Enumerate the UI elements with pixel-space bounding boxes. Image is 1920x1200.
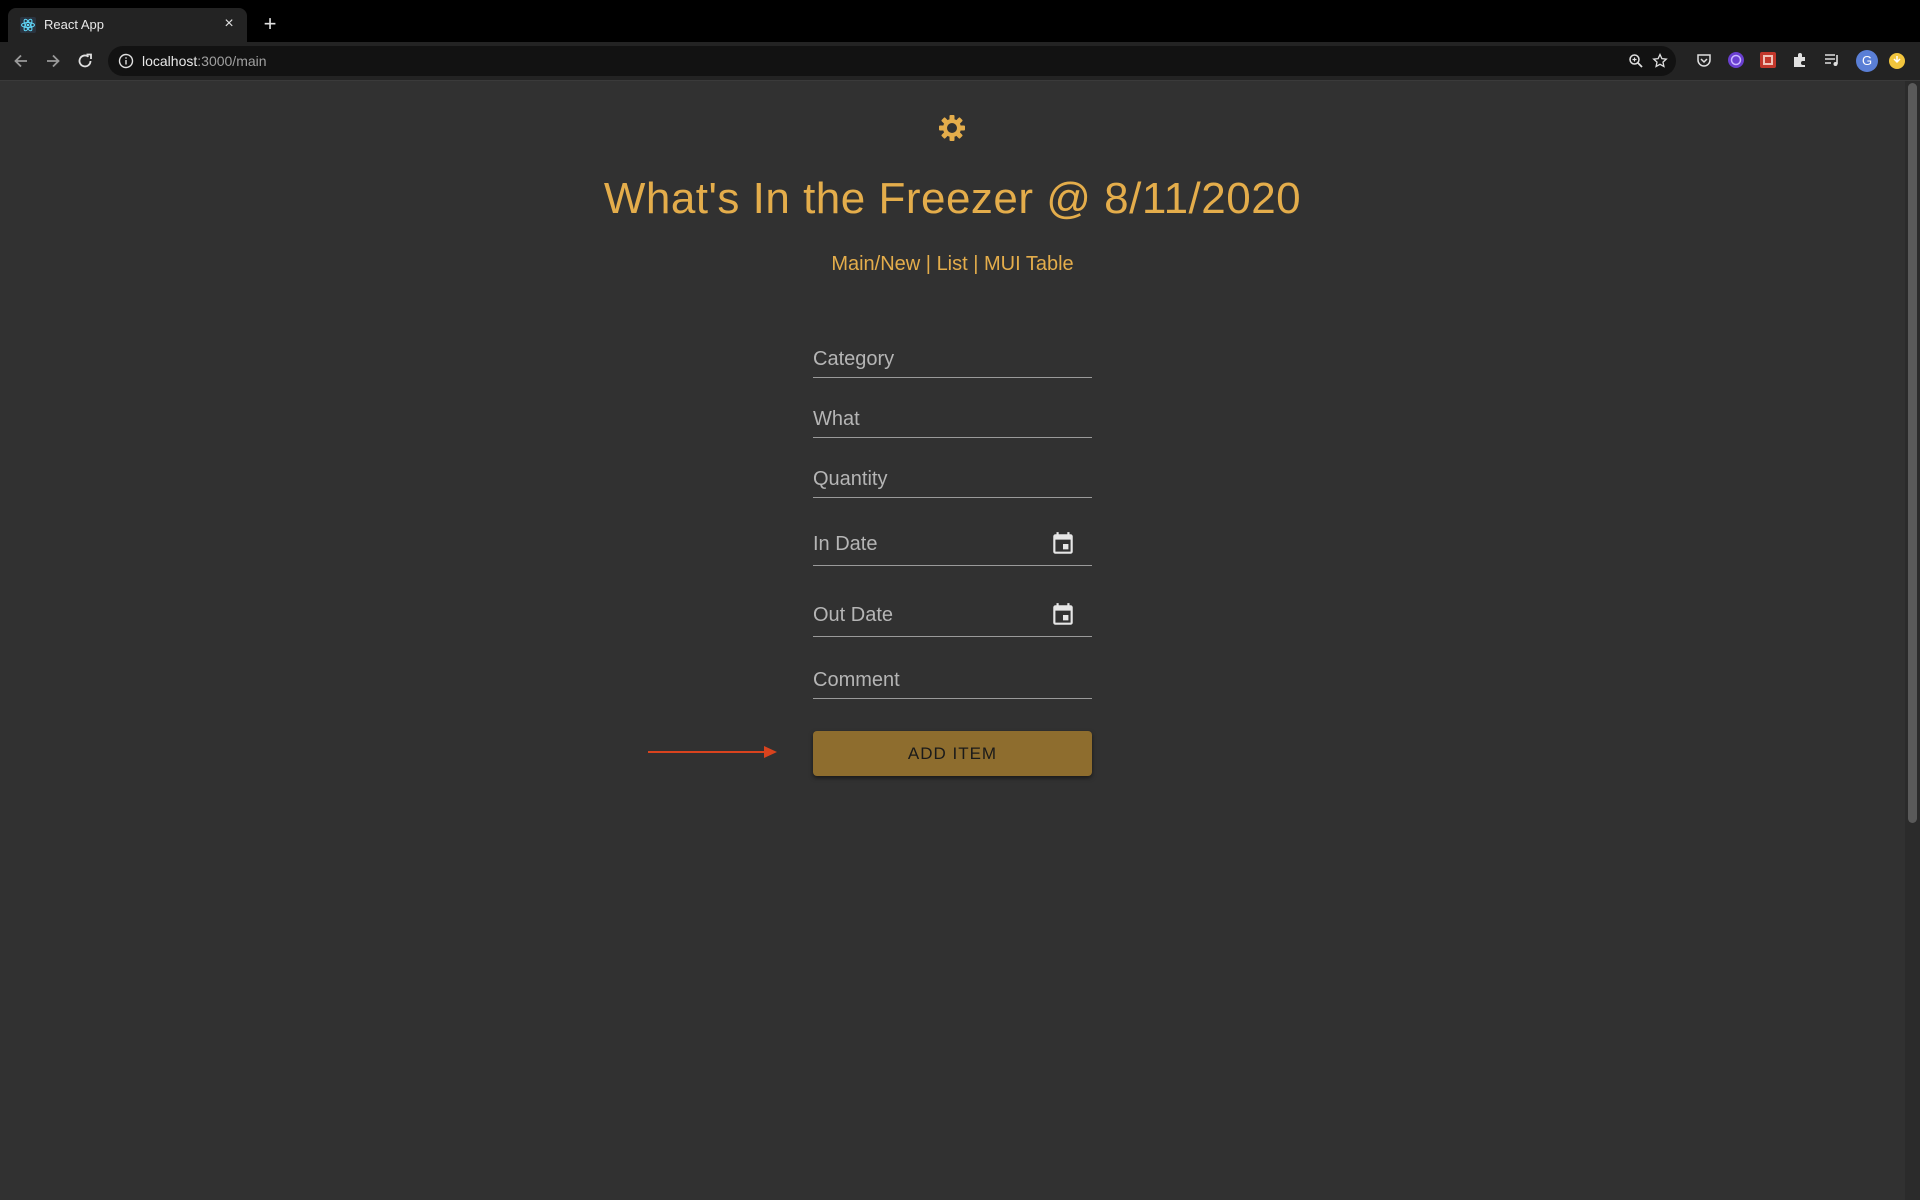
quantity-input[interactable] [813, 468, 1092, 497]
what-field [813, 408, 1092, 438]
browser-toolbar: localhost:3000/main G [0, 42, 1920, 81]
browser-tab[interactable]: React App × [8, 8, 247, 42]
url-path: :3000/main [197, 53, 267, 69]
annotation-arrow [648, 746, 777, 758]
info-icon[interactable] [118, 53, 134, 69]
page-title: What's In the Freezer @ 8/11/2020 [603, 174, 1302, 223]
quantity-field [813, 468, 1092, 498]
out-date-field [813, 602, 1092, 637]
browser-tab-strip: React App × + [0, 0, 1920, 42]
category-input[interactable] [813, 348, 1092, 377]
pocket-icon[interactable] [1695, 51, 1713, 69]
update-icon[interactable] [1888, 52, 1906, 70]
nav-links: Main/New | List | MUI Table [0, 253, 1905, 276]
nav-link-main-new[interactable]: Main/New [831, 253, 920, 275]
calendar-icon[interactable] [1050, 602, 1076, 628]
url-host: localhost [142, 53, 198, 69]
in-date-field [813, 531, 1092, 566]
theme-toggle-icon[interactable] [938, 114, 966, 142]
reading-list-icon[interactable] [1823, 51, 1841, 69]
nav-separator: | [920, 253, 937, 275]
url-text[interactable]: localhost:3000/main [142, 53, 267, 69]
scrollbar-thumb[interactable] [1908, 83, 1917, 823]
what-input[interactable] [813, 408, 1092, 437]
forward-icon[interactable] [43, 51, 63, 71]
extension-purple-icon[interactable] [1727, 51, 1745, 69]
nav-link-list[interactable]: List [937, 253, 968, 275]
zoom-icon[interactable] [1628, 53, 1644, 69]
react-favicon-icon [20, 17, 36, 33]
back-icon[interactable] [11, 51, 31, 71]
add-item-button[interactable]: ADD ITEM [813, 731, 1092, 776]
calendar-icon[interactable] [1050, 531, 1076, 557]
puzzle-icon[interactable] [1791, 51, 1809, 69]
new-tab-button[interactable]: + [258, 12, 282, 36]
tab-title: React App [44, 17, 104, 32]
nav-link-mui-table[interactable]: MUI Table [984, 253, 1074, 275]
tab-close-icon[interactable]: × [219, 14, 239, 34]
extension-red-icon[interactable] [1759, 51, 1777, 69]
reload-icon[interactable] [75, 51, 95, 71]
comment-field [813, 669, 1092, 699]
address-bar[interactable]: localhost:3000/main [108, 46, 1676, 76]
nav-separator: | [967, 253, 984, 275]
comment-input[interactable] [813, 669, 1092, 698]
category-field [813, 348, 1092, 378]
avatar[interactable]: G [1856, 50, 1878, 72]
star-icon[interactable] [1652, 53, 1668, 69]
